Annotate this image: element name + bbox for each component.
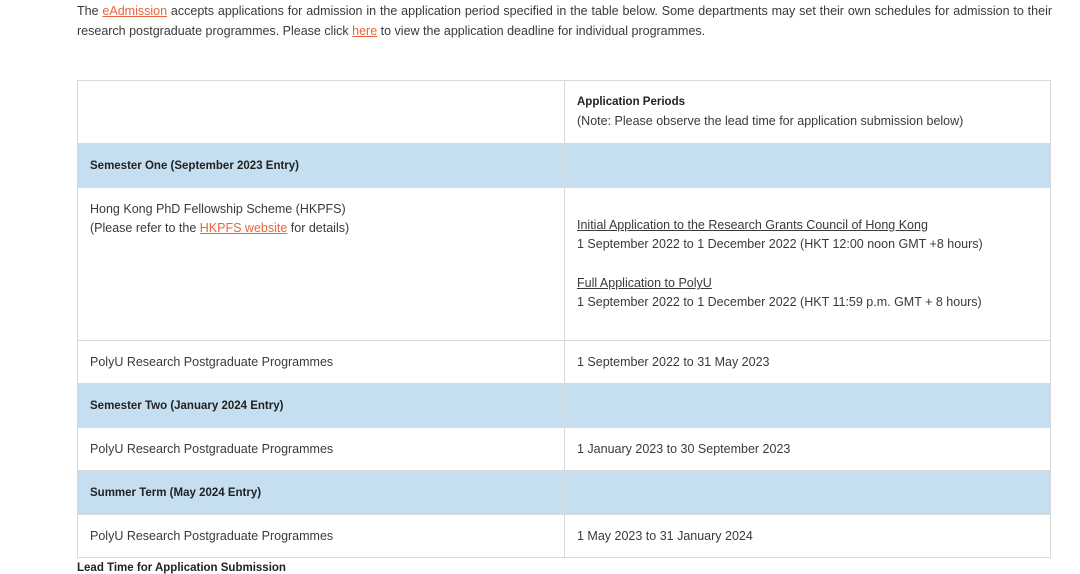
hkpfs-refer-before: (Please refer to the	[90, 221, 200, 235]
semester-one-title: Semester One (September 2023 Entry)	[90, 159, 300, 172]
section-row-semester-two: Semester Two (January 2024 Entry)	[77, 383, 1051, 428]
header-periods-cell: Application Periods (Note: Please observ…	[564, 80, 1051, 144]
lead-time-heading: Lead Time for Application Submission	[77, 562, 286, 574]
section-title-cell: Summer Term (May 2024 Entry)	[77, 470, 565, 515]
programme-name: PolyU Research Postgraduate Programmes	[77, 427, 565, 471]
section-row-semester-one: Semester One (September 2023 Entry)	[77, 143, 1051, 188]
programme-name: PolyU Research Postgraduate Programmes	[77, 340, 565, 384]
table-row-hkpfs: Hong Kong PhD Fellowship Scheme (HKPFS) …	[77, 187, 1051, 341]
section-title-cell: Semester One (September 2023 Entry)	[77, 143, 565, 188]
summer-term-title: Summer Term (May 2024 Entry)	[90, 486, 262, 499]
application-period: 1 May 2023 to 31 January 2024	[564, 514, 1051, 558]
table-row-polyu-summer: PolyU Research Postgraduate Programmes 1…	[77, 514, 1051, 558]
period-cell: Initial Application to the Research Gran…	[564, 187, 1051, 341]
programme-name: PolyU Research Postgraduate Programmes	[77, 514, 565, 558]
table-row-polyu-sem1: PolyU Research Postgraduate Programmes 1…	[77, 340, 1051, 384]
hkpfs-refer-after: for details)	[287, 221, 350, 235]
application-periods-title: Application Periods	[577, 96, 685, 108]
section-row-summer-term: Summer Term (May 2024 Entry)	[77, 470, 1051, 515]
intro-text-before: The	[77, 4, 103, 18]
header-empty-cell	[77, 80, 565, 144]
application-period: 1 January 2023 to 30 September 2023	[564, 427, 1051, 471]
table-row-polyu-sem2: PolyU Research Postgraduate Programmes 1…	[77, 427, 1051, 471]
full-application-period: 1 September 2022 to 1 December 2022 (HKT…	[577, 295, 982, 309]
initial-application-period: 1 September 2022 to 1 December 2022 (HKT…	[577, 237, 983, 251]
hkpfs-refer-line: (Please refer to the HKPFS website for d…	[90, 219, 552, 238]
section-empty-cell	[564, 383, 1051, 428]
intro-paragraph: The eAdmission accepts applications for …	[77, 0, 1052, 41]
table-header-row: Application Periods (Note: Please observ…	[77, 80, 1051, 144]
application-periods-table: Application Periods (Note: Please observ…	[77, 80, 1051, 558]
full-application-polyu-link[interactable]: Full Application to PolyU	[577, 276, 712, 290]
semester-two-title: Semester Two (January 2024 Entry)	[90, 399, 284, 412]
programme-cell: Hong Kong PhD Fellowship Scheme (HKPFS) …	[77, 187, 565, 341]
application-period: 1 September 2022 to 31 May 2023	[564, 340, 1051, 384]
lead-time-note: (Note: Please observe the lead time for …	[577, 114, 964, 128]
deadline-here-link[interactable]: here	[352, 24, 377, 38]
initial-application-rgc-link[interactable]: Initial Application to the Research Gran…	[577, 218, 928, 232]
hkpfs-name: Hong Kong PhD Fellowship Scheme (HKPFS)	[90, 202, 346, 216]
hkpfs-website-link[interactable]: HKPFS website	[200, 221, 288, 235]
section-empty-cell	[564, 143, 1051, 188]
eadmission-link[interactable]: eAdmission	[102, 4, 167, 18]
intro-text-after: to view the application deadline for ind…	[377, 24, 706, 38]
section-title-cell: Semester Two (January 2024 Entry)	[77, 383, 565, 428]
section-empty-cell	[564, 470, 1051, 515]
